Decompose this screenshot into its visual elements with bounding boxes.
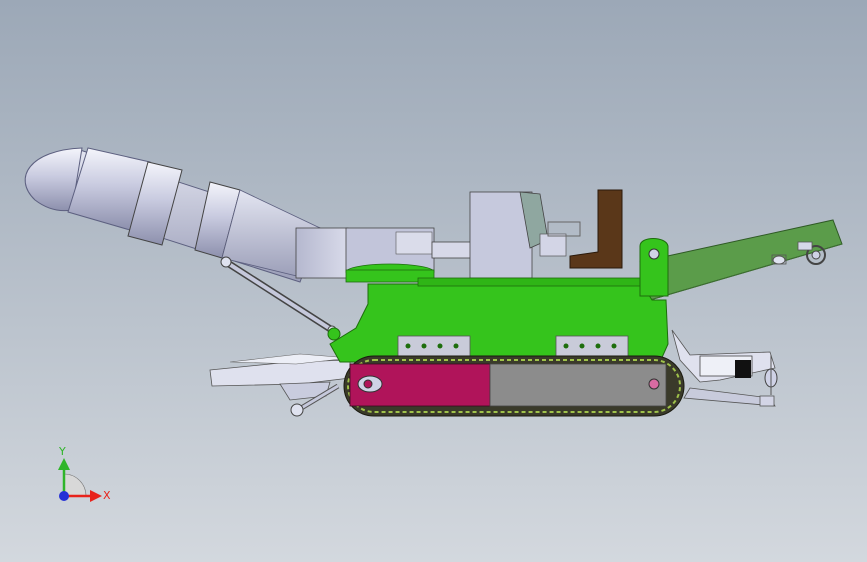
slewing-turret (295, 227, 473, 283)
cutter-boom (24, 147, 321, 283)
cad-viewport[interactable]: Y X (0, 0, 867, 562)
coordinate-triad: Y X (58, 445, 111, 502)
track-tensioner-plate-rear (555, 335, 629, 357)
z-axis-dot (59, 491, 69, 501)
rear-stabilizer (671, 329, 778, 407)
operator-seat (569, 189, 623, 269)
front-shovel (209, 353, 351, 417)
x-axis-head (90, 490, 102, 502)
y-axis-label: Y (58, 445, 66, 458)
track-tensioner-plate-front (397, 335, 471, 357)
rear-conveyor (639, 219, 843, 301)
rear-lift-lug (639, 238, 669, 297)
control-box (469, 191, 581, 279)
crawler-track (343, 355, 685, 417)
track-frame-panel-rear (489, 363, 667, 407)
x-axis-label: X (103, 489, 111, 502)
drive-sprocket (648, 378, 660, 390)
y-axis-head (58, 458, 70, 470)
